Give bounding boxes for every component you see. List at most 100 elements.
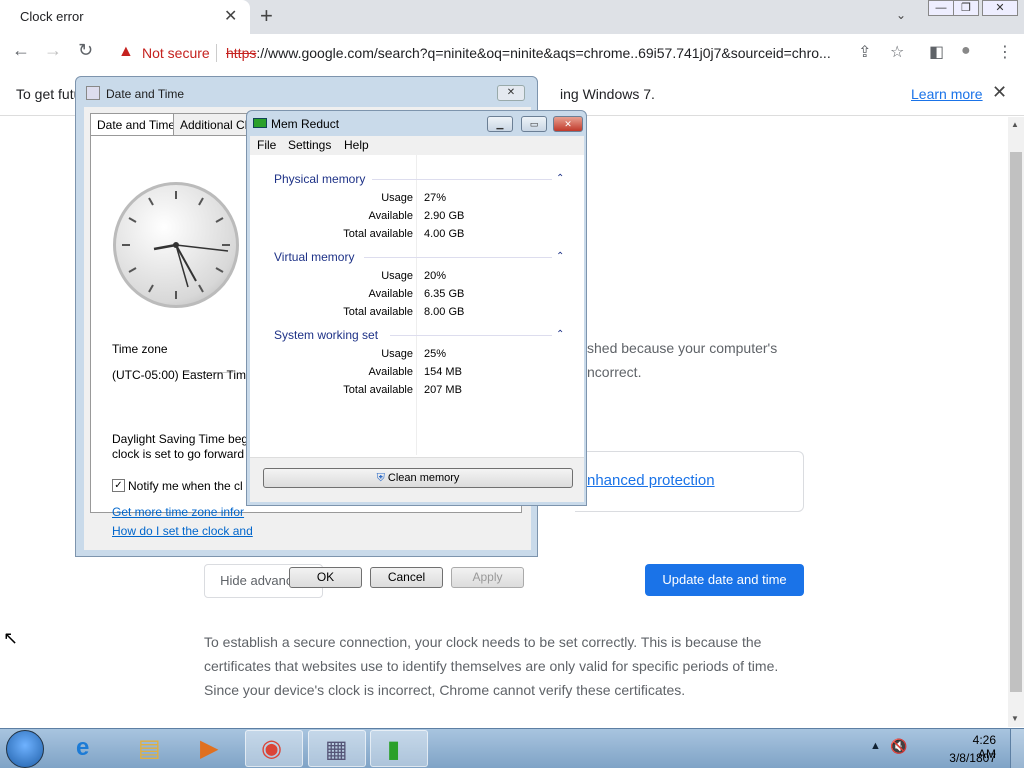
physical-usage-value: 27% (424, 192, 447, 204)
cancel-button[interactable]: Cancel (370, 567, 443, 588)
share-icon[interactable]: ⇪ (858, 42, 871, 62)
update-date-time-button[interactable]: Update date and time (645, 564, 804, 596)
apply-button[interactable]: Apply (451, 567, 524, 588)
forward-arrow-icon[interactable]: → (44, 40, 62, 61)
internet-explorer-icon: e (76, 734, 90, 761)
window-close-button[interactable]: ✕ (982, 0, 1018, 16)
analog-clock (113, 182, 239, 308)
taskbar-media-player[interactable]: ▶ (182, 730, 240, 767)
working-set-usage-label: Usage (381, 348, 413, 360)
window-restore-button[interactable]: ❐ (953, 0, 979, 16)
info-bar-close-icon[interactable]: ✕ (992, 82, 1007, 103)
start-button[interactable] (6, 730, 44, 768)
taskbar-internet-explorer[interactable]: e (62, 730, 120, 767)
group-virtual-memory[interactable]: Virtual memory (274, 250, 354, 264)
mem-reduct-icon: ▮ (387, 736, 401, 763)
show-desktop-button[interactable] (1010, 729, 1024, 768)
reload-icon[interactable]: ↻ (78, 40, 93, 61)
mem-reduct-minimize-button[interactable]: ▁ (487, 116, 513, 132)
date-time-app-icon (86, 86, 100, 100)
physical-total-label: Total available (343, 228, 413, 240)
back-arrow-icon[interactable]: ← (12, 40, 30, 61)
error-text-line2: ncorrect. (587, 364, 642, 380)
group-physical-memory[interactable]: Physical memory (274, 172, 365, 186)
mem-reduct-restore-button[interactable]: ▭ (521, 116, 547, 132)
taskbar-date-time[interactable]: ▦ (308, 730, 366, 767)
url-text[interactable]: https://www.google.com/search?q=ninite&o… (226, 45, 846, 61)
virtual-total-label: Total available (343, 306, 413, 318)
clean-memory-button[interactable]: ⛨ Clean memory (263, 468, 573, 488)
scrollbar-thumb[interactable] (1010, 152, 1022, 692)
virtual-available-value: 6.35 GB (424, 288, 465, 300)
group-system-working-set[interactable]: System working set (274, 328, 378, 342)
virtual-total-value: 8.00 GB (424, 306, 465, 318)
clock-face-icon (122, 191, 230, 299)
physical-total-value: 4.00 GB (424, 228, 465, 240)
omnibox-divider (216, 44, 217, 62)
chrome-icon: ◉ (261, 735, 282, 762)
media-player-icon: ▶ (200, 735, 219, 762)
group-divider (364, 257, 552, 258)
chrome-menu-icon[interactable]: ⋮ (997, 42, 1013, 62)
scroll-down-icon[interactable]: ▼ (1011, 714, 1019, 723)
notify-checkbox[interactable]: ✓ (112, 479, 125, 492)
tab-clock-error[interactable]: Clock error ✕ (0, 0, 250, 34)
shield-icon: ⛨ (376, 472, 388, 484)
error-text-line1: shed because your computer's (587, 340, 778, 356)
enhanced-protection-link[interactable]: nhanced protection (587, 472, 715, 489)
tray-clock-date[interactable]: 3/8/1807 (944, 751, 996, 765)
physical-usage-label: Usage (381, 192, 413, 204)
folder-icon: ▤ (138, 735, 161, 762)
ok-button[interactable]: OK (289, 567, 362, 588)
window-minimize-button[interactable]: — (928, 0, 954, 16)
tab-close-icon[interactable]: ✕ (224, 6, 237, 26)
taskbar-file-explorer[interactable]: ▤ (122, 730, 180, 767)
tab-additional-clocks[interactable]: Additional Cloc (173, 113, 253, 137)
collapse-virtual-icon[interactable]: ⌃ (556, 251, 564, 262)
working-set-available-label: Available (368, 366, 413, 378)
virtual-usage-value: 20% (424, 270, 447, 282)
working-set-usage-value: 25% (424, 348, 447, 360)
side-panel-icon[interactable]: ◧ (929, 42, 944, 62)
menu-file[interactable]: File (257, 138, 276, 152)
warning-triangle-icon[interactable]: ▲ (118, 43, 134, 61)
group-divider (372, 179, 552, 180)
virtual-available-label: Available (368, 288, 413, 300)
collapse-physical-icon[interactable]: ⌃ (556, 173, 564, 184)
menu-settings[interactable]: Settings (288, 138, 331, 152)
explanation-text: To establish a secure connection, your c… (204, 634, 779, 698)
mem-reduct-app-icon (253, 118, 267, 128)
menu-help[interactable]: Help (344, 138, 369, 152)
date-time-close-button[interactable]: ✕ (497, 85, 525, 101)
collapse-working-set-icon[interactable]: ⌃ (556, 329, 564, 340)
not-secure-label[interactable]: Not secure (142, 45, 210, 61)
dst-text-line1: Daylight Saving Time beg (112, 432, 249, 446)
notify-label: Notify me when the cl (128, 479, 243, 493)
physical-available-label: Available (368, 210, 413, 222)
taskbar-mem-reduct[interactable]: ▮ (370, 730, 428, 767)
working-set-total-label: Total available (343, 384, 413, 396)
tab-search-icon[interactable]: ⌄ (896, 8, 906, 22)
mem-reduct-menubar: File Settings Help (250, 136, 584, 155)
mem-reduct-title: Mem Reduct (271, 117, 340, 131)
set-clock-help-link[interactable]: How do I set the clock and (112, 524, 253, 538)
memory-stats-list: Physical memory ⌃ Usage 27% Available 2.… (250, 155, 584, 502)
taskbar-chrome[interactable]: ◉ (245, 730, 303, 767)
dst-text-line2: clock is set to go forward (112, 447, 245, 461)
mem-reduct-close-button[interactable]: ✕ (553, 116, 583, 132)
new-tab-button[interactable]: + (260, 3, 273, 29)
tray-expand-icon[interactable]: ▲ (870, 740, 881, 752)
working-set-available-value: 154 MB (424, 366, 462, 378)
column-divider (416, 155, 417, 455)
physical-available-value: 2.90 GB (424, 210, 465, 222)
virtual-usage-label: Usage (381, 270, 413, 282)
scroll-up-icon[interactable]: ▲ (1011, 120, 1019, 129)
volume-muted-icon[interactable]: 🔇 (890, 738, 907, 755)
date-time-dialog-title: Date and Time (106, 87, 185, 101)
learn-more-link[interactable]: Learn more (911, 86, 983, 102)
time-zone-info-link[interactable]: Get more time zone infor (112, 505, 244, 519)
bookmark-star-icon[interactable]: ☆ (890, 42, 904, 62)
info-bar-text-right: ing Windows 7. (560, 86, 655, 102)
profile-avatar-icon[interactable]: ● (961, 42, 971, 60)
calendar-clock-icon: ▦ (325, 736, 348, 763)
